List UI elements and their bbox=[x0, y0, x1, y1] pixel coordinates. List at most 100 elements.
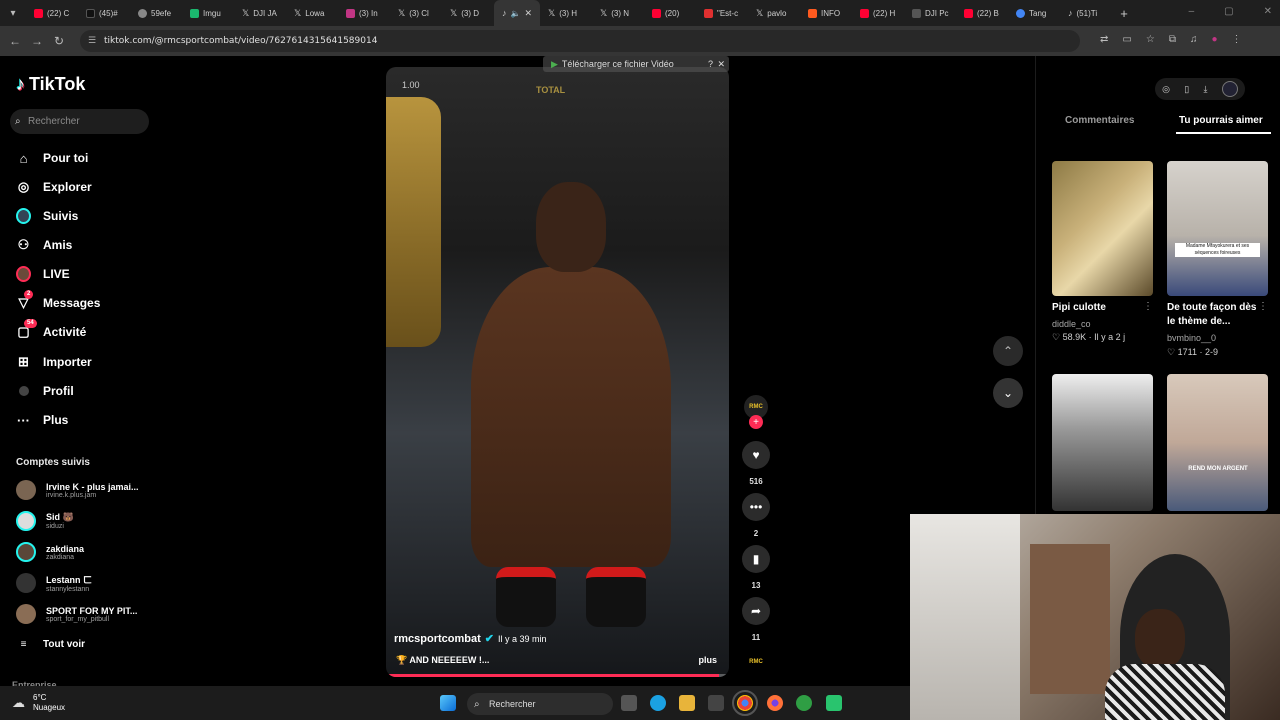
share-icon[interactable]: ➦ bbox=[742, 597, 770, 625]
browser-tab[interactable]: 𝕏 (3) H bbox=[540, 0, 592, 26]
video-progress-bar[interactable] bbox=[386, 674, 729, 677]
browser-tab[interactable]: (20) bbox=[644, 0, 696, 26]
save-action[interactable]: ▮ 13 bbox=[741, 545, 771, 590]
heart-icon[interactable]: ♥ bbox=[742, 441, 770, 469]
sidebar-search-input[interactable]: ⌕ Rechercher bbox=[10, 109, 149, 134]
store-icon[interactable] bbox=[708, 695, 724, 711]
card-options-icon[interactable]: ⋮ bbox=[1258, 301, 1268, 312]
suggestion-thumbnail[interactable]: REND MON ARGENT bbox=[1167, 374, 1268, 511]
cast-icon[interactable]: ▭ bbox=[1122, 34, 1131, 45]
nav-item-profile[interactable]: Profil bbox=[16, 381, 74, 401]
followed-account-item[interactable]: SPORT FOR MY PIT... sport_for_my_pitbull bbox=[16, 602, 146, 626]
tiktok-logo[interactable]: ♪ TikTok bbox=[16, 74, 85, 95]
browser-tab[interactable]: 𝕏pavlo bbox=[748, 0, 800, 26]
nav-item-following[interactable]: Suivis bbox=[16, 206, 78, 226]
browser-tab[interactable]: 59efe bbox=[130, 0, 182, 26]
caption-more-link[interactable]: plus bbox=[698, 655, 717, 665]
suggestion-thumbnail[interactable] bbox=[1052, 161, 1153, 296]
task-view-icon[interactable] bbox=[621, 695, 637, 711]
tab-list-icon[interactable]: ▾ bbox=[0, 8, 26, 19]
nav-item-friends[interactable]: ⚇ Amis bbox=[16, 235, 73, 255]
browser-tab[interactable]: DJI Pc bbox=[904, 0, 956, 26]
site-info-icon[interactable]: ☰ bbox=[88, 36, 96, 46]
browser-tab[interactable]: (45)# bbox=[78, 0, 130, 26]
translate-icon[interactable]: ⇄ bbox=[1100, 34, 1108, 45]
creator-avatar-button[interactable]: RMC + bbox=[741, 395, 771, 429]
browser-tab[interactable]: 𝕏 (3) D bbox=[442, 0, 494, 26]
close-window-icon[interactable]: ✕ bbox=[1264, 6, 1272, 17]
edge-icon[interactable] bbox=[650, 695, 666, 711]
media-controls-icon[interactable]: ♫ bbox=[1190, 34, 1198, 45]
browser-tab[interactable]: 𝕏 (3) N bbox=[592, 0, 644, 26]
browser-menu-icon[interactable]: ⋮ bbox=[1232, 34, 1242, 45]
video-player[interactable]: 1.00 TOTAL rmcsportcombat ✔ Il y a 39 mi… bbox=[386, 67, 729, 677]
browser-tab[interactable]: INFO bbox=[800, 0, 852, 26]
close-tab-icon[interactable]: ✕ bbox=[524, 8, 532, 19]
suggestion-title[interactable]: De toute façon dès le thème de... bbox=[1167, 301, 1267, 329]
tab-comments[interactable]: Commentaires bbox=[1065, 115, 1134, 126]
help-icon[interactable]: ? bbox=[708, 59, 713, 69]
suggestion-thumbnail[interactable]: Madame Mfayokurera et ses séquences foir… bbox=[1167, 161, 1268, 296]
back-arrow-icon[interactable]: ← bbox=[4, 30, 26, 52]
nav-item-for-you[interactable]: ⌂ Pour toi bbox=[16, 148, 89, 168]
tab-suggestions[interactable]: Tu pourrais aimer bbox=[1179, 115, 1263, 126]
profile-avatar-icon[interactable]: ● bbox=[1211, 34, 1217, 45]
nav-item-live[interactable]: LIVE bbox=[16, 264, 70, 284]
video-author[interactable]: rmcsportcombat bbox=[394, 633, 481, 645]
browser-tab[interactable]: (22) H bbox=[852, 0, 904, 26]
suggestion-title[interactable]: Pipi culotte bbox=[1052, 301, 1152, 315]
minimize-icon[interactable]: – bbox=[1189, 6, 1195, 17]
compass-small-icon[interactable]: ◎ bbox=[1162, 84, 1170, 95]
comment-icon[interactable]: ••• bbox=[742, 493, 770, 521]
nav-item-more[interactable]: ··· Plus bbox=[16, 410, 68, 430]
maximize-icon[interactable]: ▢ bbox=[1224, 6, 1233, 17]
see-all-followed-link[interactable]: ≡ Tout voir bbox=[16, 634, 85, 654]
nav-item-explore[interactable]: ◎ Explorer bbox=[16, 177, 92, 197]
suggestion-user[interactable]: diddle_co bbox=[1052, 319, 1091, 329]
followed-account-item[interactable]: Sid 🐻 siduzi bbox=[16, 509, 146, 533]
sound-disc[interactable]: RMC bbox=[741, 654, 771, 670]
browser-tab[interactable]: 𝕏 DJI JA bbox=[234, 0, 286, 26]
share-action[interactable]: ➦ 11 bbox=[741, 597, 771, 642]
browser-tab[interactable]: Tang bbox=[1008, 0, 1060, 26]
comment-action[interactable]: ••• 2 bbox=[741, 493, 771, 538]
close-banner-icon[interactable]: ✕ bbox=[717, 59, 725, 70]
like-action[interactable]: ♥ 516 bbox=[741, 441, 771, 486]
app-icon[interactable] bbox=[796, 695, 812, 711]
browser-tab[interactable]: Imgu bbox=[182, 0, 234, 26]
download-icon[interactable]: ⤓ bbox=[1204, 84, 1208, 95]
weather-widget[interactable]: 6°C Nuageux bbox=[33, 693, 65, 713]
taskbar-search-input[interactable]: ⌕ Rechercher bbox=[467, 693, 613, 715]
followed-account-item[interactable]: Lestann ㄈ stannylestann bbox=[16, 571, 146, 595]
followed-account-item[interactable]: Irvine K - plus jamai... irvine.k.plus.ja… bbox=[16, 478, 146, 502]
next-video-button[interactable]: ⌄ bbox=[993, 378, 1023, 408]
nav-item-activity[interactable]: ▢ 54 Activité bbox=[16, 318, 86, 342]
browser-tab[interactable]: (22) B bbox=[956, 0, 1008, 26]
browser-tab[interactable]: (22) C bbox=[26, 0, 78, 26]
browser-tab-active[interactable]: ♪ 🔈 ✕ bbox=[494, 0, 540, 26]
nav-item-upload[interactable]: ⊞ Importer bbox=[16, 352, 92, 372]
chrome-icon[interactable] bbox=[732, 690, 758, 716]
file-explorer-icon[interactable] bbox=[679, 695, 695, 711]
forward-arrow-icon[interactable]: → bbox=[26, 30, 48, 52]
browser-tab[interactable]: (3) In bbox=[338, 0, 390, 26]
user-avatar-icon[interactable] bbox=[1221, 81, 1238, 97]
nav-item-messages[interactable]: ▽ 2 Messages bbox=[16, 289, 100, 313]
new-tab-button[interactable]: + bbox=[1112, 6, 1136, 21]
bookmark-star-icon[interactable]: ☆ bbox=[1146, 34, 1155, 45]
playback-speed[interactable]: 1.00 bbox=[402, 80, 420, 90]
browser-tab[interactable]: "Est-c bbox=[696, 0, 748, 26]
follow-plus-icon[interactable]: + bbox=[749, 415, 763, 429]
address-bar[interactable]: ☰ tiktok.com/@rmcsportcombat/video/76276… bbox=[80, 30, 1080, 52]
windows-start-icon[interactable] bbox=[440, 695, 456, 711]
bookmark-icon[interactable]: ▮ bbox=[742, 545, 770, 573]
reload-icon[interactable]: ↻ bbox=[48, 30, 70, 52]
previous-video-button[interactable]: ⌃ bbox=[993, 336, 1023, 366]
app-icon[interactable] bbox=[826, 695, 842, 711]
suggestion-user[interactable]: bvmbino__0 bbox=[1167, 333, 1216, 343]
video-author-line[interactable]: rmcsportcombat ✔ Il y a 39 min bbox=[394, 632, 547, 646]
extensions-icon[interactable]: ⧉ bbox=[1169, 34, 1176, 45]
firefox-icon[interactable] bbox=[767, 695, 783, 711]
suggestion-thumbnail[interactable] bbox=[1052, 374, 1153, 511]
browser-tab[interactable]: 𝕏 Lowa bbox=[286, 0, 338, 26]
